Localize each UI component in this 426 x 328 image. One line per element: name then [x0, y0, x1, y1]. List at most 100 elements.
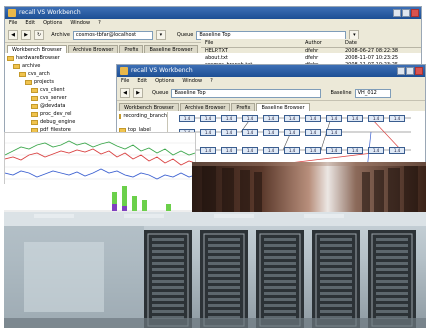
version-node[interactable]: 1.4: [326, 115, 342, 122]
tree-item[interactable]: projects: [7, 78, 117, 86]
rack-slat: [208, 304, 240, 307]
tree-item[interactable]: hardwareBrowser: [7, 54, 117, 62]
version-node[interactable]: 1.4: [305, 115, 321, 122]
list-item[interactable]: recording_branch: [119, 112, 167, 120]
tree-item[interactable]: cvs_server: [7, 94, 117, 102]
tree-item[interactable]: archive: [7, 62, 117, 70]
rack-slat: [376, 268, 408, 271]
rack-slat: [152, 274, 184, 277]
maximize-button[interactable]: [406, 67, 414, 75]
rack-slat: [320, 256, 352, 259]
tab-baseline-browser[interactable]: Baseline Browser: [256, 103, 310, 111]
table-row[interactable]: HELP.TXT dfehr 2008-06-27 08:22:38: [201, 48, 421, 55]
back-icon[interactable]: ◀: [8, 30, 18, 40]
version-node[interactable]: 1.4: [326, 147, 342, 154]
rack-slat: [208, 268, 240, 271]
series-blue: [5, 168, 195, 180]
version-node[interactable]: 1.4: [263, 115, 279, 122]
col-date[interactable]: Date: [345, 39, 421, 47]
version-node[interactable]: 1.4: [284, 115, 300, 122]
version-node[interactable]: 1.4: [347, 115, 363, 122]
rack-slat: [208, 256, 240, 259]
rack-slat: [152, 244, 184, 247]
tree-item[interactable]: proc_dev_rel: [7, 110, 117, 118]
version-node[interactable]: 1.4: [326, 129, 342, 136]
table-row[interactable]: about.txt dfehr 2008-11-07 10:23:25: [201, 55, 421, 62]
rack-slat: [152, 250, 184, 253]
version-node[interactable]: 1.4: [242, 115, 258, 122]
minimize-button[interactable]: [393, 9, 401, 17]
tab-archive-browser[interactable]: Archive Browser: [67, 45, 119, 53]
tab-archive-browser[interactable]: Archive Browser: [179, 103, 231, 111]
rack-slat: [264, 244, 296, 247]
tab-baseline-browser[interactable]: Baseline Browser: [144, 45, 198, 53]
archive-field[interactable]: cosmos-tbfar@localhost: [72, 30, 153, 40]
version-node[interactable]: 1.4: [347, 147, 363, 154]
version-node[interactable]: 1.4: [284, 147, 300, 154]
menu-help[interactable]: ?: [98, 19, 101, 28]
menu-options[interactable]: Options: [155, 77, 174, 86]
col-file[interactable]: File: [201, 39, 305, 47]
rack-slat: [376, 298, 408, 301]
rack-slat: [208, 280, 240, 283]
corridor-racks: [192, 162, 426, 212]
menu-bar: File Edit Options Window ?: [117, 77, 425, 86]
refresh-icon[interactable]: ↻: [34, 30, 45, 40]
menu-window[interactable]: Window: [70, 19, 90, 28]
tree-item[interactable]: cvs_client: [7, 86, 117, 94]
version-node[interactable]: 1.4: [389, 147, 405, 154]
version-node[interactable]: 1.4: [284, 129, 300, 136]
version-node[interactable]: 1.4: [242, 147, 258, 154]
folder-icon: [31, 103, 38, 109]
version-node[interactable]: 1.4: [221, 147, 237, 154]
menu-file[interactable]: File: [121, 77, 129, 86]
maximize-button[interactable]: [402, 9, 410, 17]
version-node[interactable]: 1.4: [368, 115, 384, 122]
tab-workbench-browser[interactable]: Workbench Browser: [119, 103, 179, 111]
close-button[interactable]: [411, 9, 419, 17]
folder-icon: [31, 111, 38, 117]
menu-options[interactable]: Options: [43, 19, 62, 28]
close-button[interactable]: [415, 67, 423, 75]
tree-item[interactable]: cvs_arch: [7, 70, 117, 78]
version-node[interactable]: 1.4: [305, 147, 321, 154]
queue-label: Queue: [152, 90, 169, 96]
chevron-down-icon[interactable]: ▾: [155, 30, 166, 40]
menu-edit[interactable]: Edit: [25, 19, 35, 28]
version-node[interactable]: 1.4: [305, 129, 321, 136]
tree-item[interactable]: @devdata: [7, 102, 117, 110]
version-node[interactable]: 1.4: [200, 147, 216, 154]
rack-slat: [376, 274, 408, 277]
version-node[interactable]: 1.4: [221, 129, 237, 136]
menu-file[interactable]: File: [9, 19, 17, 28]
forward-icon[interactable]: ▶: [133, 88, 143, 98]
tree-item[interactable]: debug_engine: [7, 118, 117, 126]
version-node[interactable]: 1.4: [221, 115, 237, 122]
menu-help[interactable]: ?: [210, 77, 213, 86]
window-title: recall VS Workbench: [131, 67, 193, 74]
version-node[interactable]: 1.4: [389, 115, 405, 122]
tab-prefix[interactable]: Prefix: [231, 103, 256, 111]
version-node[interactable]: 1.4: [263, 129, 279, 136]
version-node[interactable]: 1.4: [179, 115, 195, 122]
back-icon[interactable]: ◀: [120, 88, 130, 98]
version-node[interactable]: 1.4: [200, 115, 216, 122]
version-node[interactable]: 1.4: [242, 129, 258, 136]
version-node[interactable]: 1.4: [200, 129, 216, 136]
forward-icon[interactable]: ▶: [21, 30, 31, 40]
menu-window[interactable]: Window: [182, 77, 202, 86]
baseline-field[interactable]: VH_012: [354, 88, 391, 98]
tab-prefix[interactable]: Prefix: [119, 45, 144, 53]
racks-scene: [4, 212, 426, 328]
window-controls: [393, 9, 419, 17]
app-icon: [8, 9, 16, 17]
col-author[interactable]: Author: [305, 39, 345, 47]
tab-workbench-browser[interactable]: Workbench Browser: [7, 45, 67, 53]
rack-slat: [320, 304, 352, 307]
version-node[interactable]: 1.4: [263, 147, 279, 154]
minimize-button[interactable]: [397, 67, 405, 75]
version-node[interactable]: 1.4: [368, 147, 384, 154]
rack-slat: [208, 250, 240, 253]
menu-edit[interactable]: Edit: [137, 77, 147, 86]
queue-field[interactable]: Baseline Top: [171, 88, 322, 98]
